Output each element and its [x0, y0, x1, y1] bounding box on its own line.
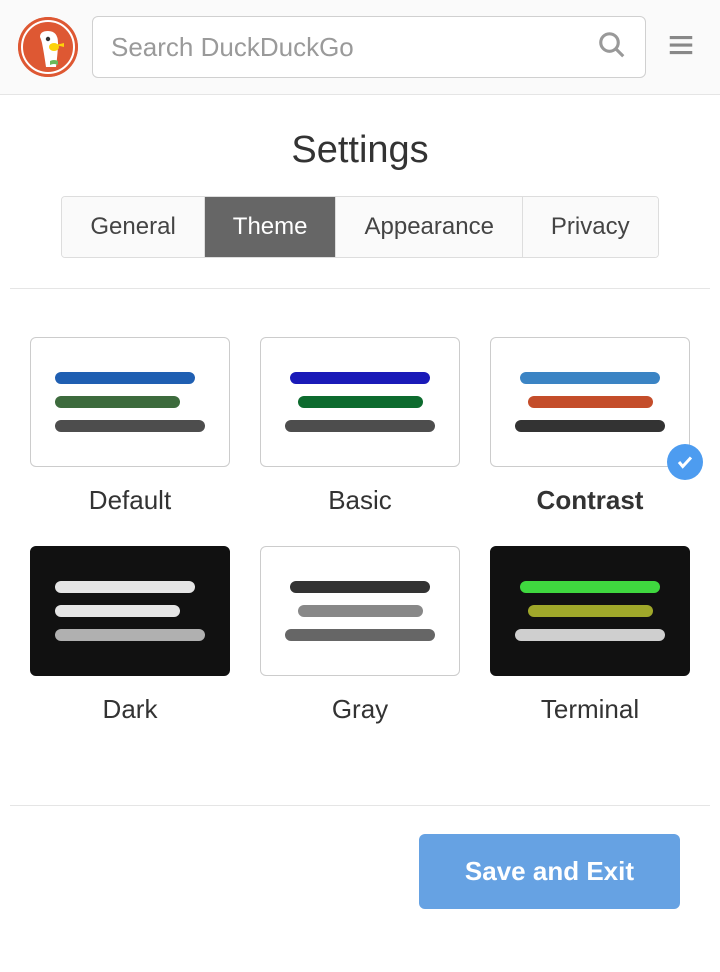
tab-privacy[interactable]: Privacy — [523, 197, 658, 257]
preview-bar — [55, 605, 180, 617]
tab-theme[interactable]: Theme — [205, 197, 337, 257]
theme-option-default[interactable]: Default — [30, 337, 230, 516]
theme-label: Gray — [332, 694, 388, 725]
theme-label: Terminal — [541, 694, 639, 725]
preview-bar — [515, 629, 665, 641]
theme-label: Basic — [328, 485, 392, 516]
preview-bar — [55, 372, 195, 384]
settings-tabs: General Theme Appearance Privacy — [61, 196, 658, 258]
preview-bar — [290, 581, 430, 593]
theme-option-dark[interactable]: Dark — [30, 546, 230, 725]
preview-bar — [298, 605, 423, 617]
hamburger-menu-icon[interactable] — [660, 24, 702, 71]
page-title: Settings — [0, 95, 720, 196]
preview-bar — [55, 396, 180, 408]
preview-bar — [528, 605, 653, 617]
theme-preview — [260, 337, 460, 467]
preview-bar — [298, 396, 423, 408]
search-box[interactable] — [92, 16, 646, 78]
duckduckgo-logo[interactable] — [18, 17, 78, 77]
search-icon[interactable] — [597, 30, 627, 65]
theme-label: Dark — [103, 694, 158, 725]
preview-bar — [520, 581, 660, 593]
search-input[interactable] — [111, 32, 597, 63]
save-and-exit-button[interactable]: Save and Exit — [419, 834, 680, 909]
theme-preview — [30, 337, 230, 467]
footer: Save and Exit — [10, 805, 710, 909]
theme-option-gray[interactable]: Gray — [260, 546, 460, 725]
preview-bar — [285, 629, 435, 641]
preview-bar — [55, 420, 205, 432]
theme-option-contrast[interactable]: Contrast — [490, 337, 690, 516]
preview-bar — [515, 420, 665, 432]
theme-option-terminal[interactable]: Terminal — [490, 546, 690, 725]
theme-preview — [490, 337, 690, 467]
tab-appearance[interactable]: Appearance — [336, 197, 522, 257]
selected-check-icon — [667, 444, 703, 480]
preview-bar — [290, 372, 430, 384]
theme-preview — [490, 546, 690, 676]
header — [0, 0, 720, 95]
theme-grid: Default Basic Contrast Dark — [0, 289, 720, 765]
theme-label: Default — [89, 485, 171, 516]
preview-bar — [528, 396, 653, 408]
theme-preview — [30, 546, 230, 676]
preview-bar — [55, 629, 205, 641]
tab-general[interactable]: General — [62, 197, 204, 257]
theme-preview — [260, 546, 460, 676]
preview-bar — [520, 372, 660, 384]
theme-option-basic[interactable]: Basic — [260, 337, 460, 516]
preview-bar — [55, 581, 195, 593]
preview-bar — [285, 420, 435, 432]
theme-label: Contrast — [537, 485, 644, 516]
